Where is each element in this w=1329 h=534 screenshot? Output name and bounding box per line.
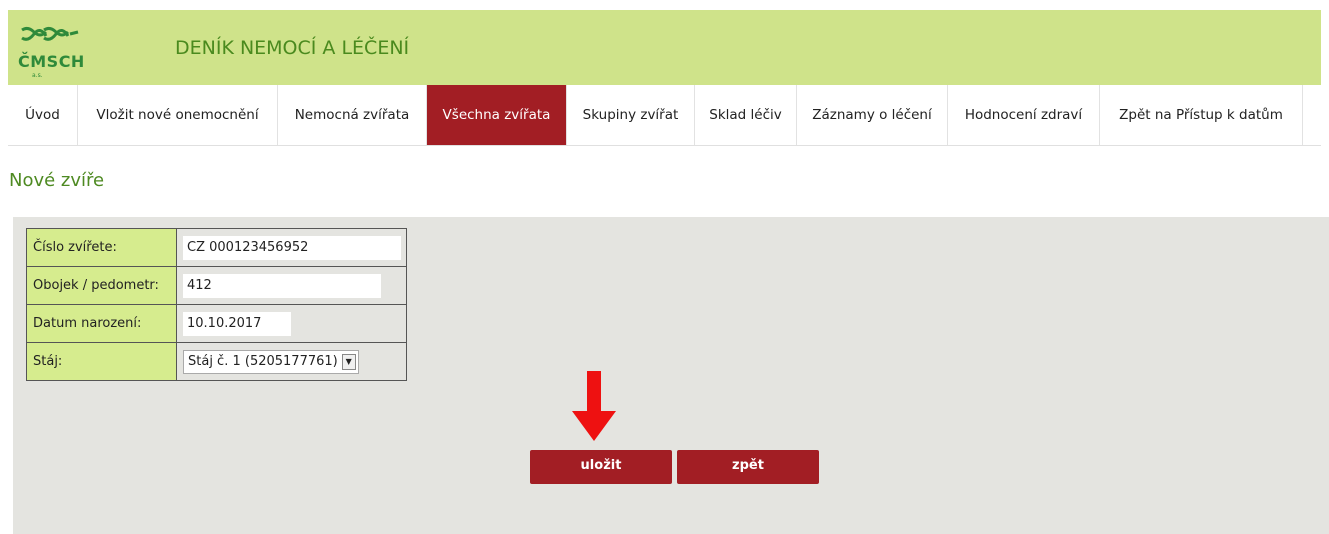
barn-select-value: Stáj č. 1 (5205177761)	[188, 354, 338, 369]
birth-date-input[interactable]: 10.10.2017	[183, 311, 291, 336]
form-row-animal-number: Číslo zvířete: CZ 000123456952	[26, 228, 407, 267]
main-nav: Úvod Vložit nové onemocnění Nemocná zvíř…	[8, 85, 1321, 146]
animal-number-input[interactable]: CZ 000123456952	[183, 235, 401, 260]
chevron-down-icon[interactable]: ▼	[341, 353, 356, 370]
nav-item-skupiny-zvirat[interactable]: Skupiny zvířat	[567, 85, 695, 145]
back-button[interactable]: zpět	[677, 450, 819, 484]
nav-item-nemocna-zvirata[interactable]: Nemocná zvířata	[278, 85, 427, 145]
nav-item-sklad-leciv[interactable]: Sklad léčiv	[695, 85, 797, 145]
animal-number-prefix: CZ	[187, 239, 205, 255]
nav-item-zpet-na-pristup[interactable]: Zpět na Přístup k datům	[1100, 85, 1303, 145]
logo-subtext: a.s.	[32, 72, 43, 79]
animal-form: Číslo zvířete: CZ 000123456952 Obojek / …	[26, 228, 407, 381]
collar-label: Obojek / pedometr:	[26, 266, 177, 305]
form-row-birth-date: Datum narození: 10.10.2017	[26, 304, 407, 343]
nav-item-uvod[interactable]: Úvod	[8, 85, 78, 145]
animal-number-cell: CZ 000123456952	[176, 228, 407, 267]
app-title: DENÍK NEMOCÍ A LÉČENÍ	[175, 37, 410, 59]
animal-number-value: 000123456952	[209, 239, 309, 255]
nav-item-zaznamy-o-leceni[interactable]: Záznamy o léčení	[797, 85, 948, 145]
birth-date-label: Datum narození:	[26, 304, 177, 343]
birth-date-cell: 10.10.2017	[176, 304, 407, 343]
nav-item-vsechna-zvirata[interactable]: Všechna zvířata	[427, 85, 567, 145]
form-row-collar: Obojek / pedometr: 412	[26, 266, 407, 305]
cmsch-logo[interactable]: ČMSCH a.s.	[18, 22, 88, 79]
barn-cell: Stáj č. 1 (5205177761) ▼	[176, 342, 407, 381]
save-button[interactable]: uložit	[530, 450, 672, 484]
barn-select[interactable]: Stáj č. 1 (5205177761) ▼	[183, 349, 359, 374]
nav-item-vlozit-nove-onemocneni[interactable]: Vložit nové onemocnění	[78, 85, 278, 145]
barn-label: Stáj:	[26, 342, 177, 381]
nav-item-hodnoceni-zdravi[interactable]: Hodnocení zdraví	[948, 85, 1100, 145]
logo-text: ČMSCH	[18, 52, 85, 71]
collar-cell: 412	[176, 266, 407, 305]
down-arrow-icon	[572, 371, 616, 441]
animal-number-label: Číslo zvířete:	[26, 228, 177, 267]
form-row-barn: Stáj: Stáj č. 1 (5205177761) ▼	[26, 342, 407, 381]
logo-mark-icon	[21, 26, 79, 41]
page-title: Nové zvíře	[9, 170, 105, 191]
app-header: ČMSCH a.s. DENÍK NEMOCÍ A LÉČENÍ	[8, 10, 1321, 85]
collar-input[interactable]: 412	[183, 273, 381, 298]
